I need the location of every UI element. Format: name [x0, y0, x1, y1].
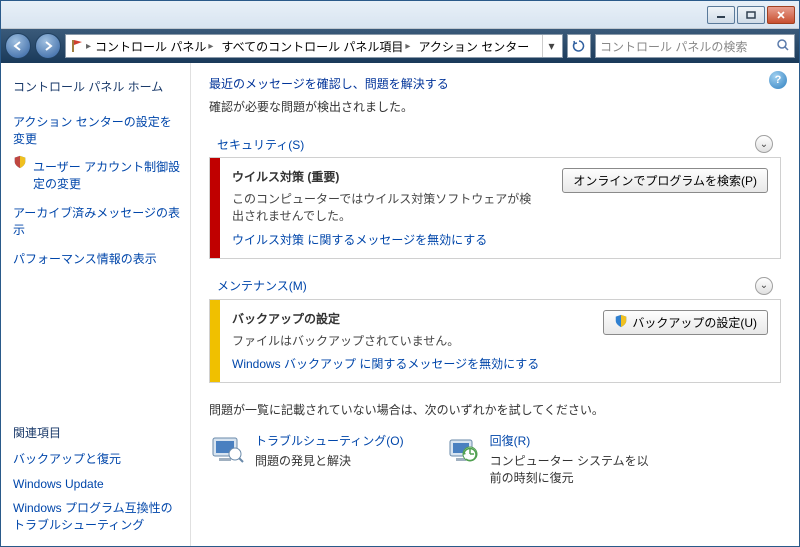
alert-body: バックアップの設定 ファイルはバックアップされていません。 Windows バッ… — [220, 300, 591, 383]
close-button[interactable] — [767, 6, 795, 24]
sidebar-item: ユーザー アカウント制御設定の変更 — [13, 155, 182, 197]
section-header-maintenance[interactable]: メンテナンス(M) ⌄ — [209, 273, 781, 299]
button-label: バックアップの設定(U) — [632, 314, 757, 331]
search-icon — [776, 38, 790, 55]
shield-icon — [13, 155, 29, 171]
window-buttons — [707, 6, 795, 24]
backup-settings-button[interactable]: バックアップの設定(U) — [603, 310, 768, 335]
page-subtitle: 確認が必要な問題が検出されました。 — [209, 98, 781, 115]
search-online-button[interactable]: オンラインでプログラムを検索(P) — [562, 168, 768, 193]
sidebar: コントロール パネル ホーム アクション センターの設定を変更 ユーザー アカウ… — [1, 63, 191, 546]
workspace: コントロール パネル ホーム アクション センターの設定を変更 ユーザー アカウ… — [1, 63, 799, 546]
shield-icon — [614, 314, 628, 331]
footer-note: 問題が一覧に記載されていない場合は、次のいずれかを試してください。 — [209, 401, 781, 418]
help-icon[interactable]: ? — [769, 71, 787, 89]
disable-message-link[interactable]: ウイルス対策 に関するメッセージを無効にする — [232, 233, 487, 247]
footer-links: トラブルシューティング(O) 問題の発見と解決 回復(R) コンピューター シス… — [209, 432, 781, 487]
maximize-button[interactable] — [737, 6, 765, 24]
sidebar-item: アーカイブ済みメッセージの表示 — [13, 201, 182, 243]
chevron-right-icon: ▸ — [405, 41, 410, 52]
breadcrumb-item[interactable]: コントロール パネル ▸ — [91, 38, 217, 55]
sidebar-item: アクション センターの設定を変更 — [13, 110, 182, 152]
main-content: ? 最近のメッセージを確認し、問題を解決する 確認が必要な問題が検出されました。… — [191, 63, 799, 546]
alert-maintenance: バックアップの設定 ファイルはバックアップされていません。 Windows バッ… — [209, 299, 781, 384]
refresh-button[interactable] — [567, 34, 591, 58]
footer-item-recovery: 回復(R) コンピューター システムを以前の時刻に復元 — [444, 432, 650, 487]
minimize-button[interactable] — [707, 6, 735, 24]
chevron-down-icon[interactable]: ⌄ — [755, 277, 773, 295]
breadcrumb[interactable]: ▸ コントロール パネル ▸ すべてのコントロール パネル項目 ▸ アクション … — [65, 34, 563, 58]
button-label: オンラインでプログラムを検索(P) — [573, 172, 757, 189]
recovery-link[interactable]: 回復(R) — [490, 432, 650, 449]
control-panel-home-link[interactable]: コントロール パネル ホーム — [13, 75, 182, 100]
troubleshoot-link[interactable]: トラブルシューティング(O) — [255, 432, 404, 449]
nav-bar: ▸ コントロール パネル ▸ すべてのコントロール パネル項目 ▸ アクション … — [1, 29, 799, 63]
breadcrumb-item[interactable]: すべてのコントロール パネル項目 ▸ — [217, 38, 414, 55]
severity-stripe — [210, 158, 220, 258]
sidebar-link-archive[interactable]: アーカイブ済みメッセージの表示 — [13, 201, 182, 243]
sidebar-related: 関連項目 バックアップと復元 Windows Update Windows プロ… — [13, 424, 182, 538]
related-windows-update[interactable]: Windows Update — [13, 472, 182, 497]
search-input[interactable]: コントロール パネルの検索 — [595, 34, 795, 58]
footer-item-troubleshoot: トラブルシューティング(O) 問題の発見と解決 — [209, 432, 404, 487]
troubleshoot-icon — [209, 432, 245, 468]
section-link[interactable]: メンテナンス(M) — [217, 277, 307, 294]
breadcrumb-label: コントロール パネル — [95, 38, 206, 55]
page-title: 最近のメッセージを確認し、問題を解決する — [209, 75, 781, 92]
sidebar-item: パフォーマンス情報の表示 — [13, 247, 182, 272]
breadcrumb-item[interactable]: アクション センター — [414, 38, 533, 55]
breadcrumb-label: すべてのコントロール パネル項目 — [221, 38, 403, 55]
alert-action: バックアップの設定(U) — [591, 300, 780, 383]
alert-security: ウイルス対策 (重要) このコンピューターではウイルス対策ソフトウェアが検出され… — [209, 157, 781, 259]
disable-message-link[interactable]: Windows バックアップ に関するメッセージを無効にする — [232, 357, 539, 371]
search-placeholder: コントロール パネルの検索 — [600, 38, 747, 55]
sidebar-link-uac[interactable]: ユーザー アカウント制御設定の変更 — [33, 155, 182, 197]
alert-description: ファイルはバックアップされていません。 — [232, 333, 552, 350]
chevron-right-icon: ▸ — [208, 41, 213, 52]
forward-button[interactable] — [35, 33, 61, 59]
chevron-down-icon[interactable]: ⌄ — [755, 135, 773, 153]
recovery-icon — [444, 432, 480, 468]
breadcrumb-dropdown[interactable]: ▾ — [542, 35, 560, 57]
breadcrumb-label: アクション センター — [418, 38, 529, 55]
alert-body: ウイルス対策 (重要) このコンピューターではウイルス対策ソフトウェアが検出され… — [220, 158, 550, 258]
related-heading: 関連項目 — [13, 424, 182, 441]
section-link[interactable]: セキュリティ(S) — [217, 136, 304, 153]
flag-icon — [68, 37, 86, 55]
severity-stripe — [210, 300, 220, 383]
alert-action: オンラインでプログラムを検索(P) — [550, 158, 780, 258]
sidebar-link-performance[interactable]: パフォーマンス情報の表示 — [13, 247, 157, 272]
sidebar-link-settings[interactable]: アクション センターの設定を変更 — [13, 110, 182, 152]
related-compat-troubleshoot[interactable]: Windows プログラム互換性のトラブルシューティング — [13, 496, 182, 538]
alert-title: ウイルス対策 (重要) — [232, 168, 538, 185]
troubleshoot-desc: 問題の発見と解決 — [255, 453, 404, 470]
alert-description: このコンピューターではウイルス対策ソフトウェアが検出されませんでした。 — [232, 191, 538, 225]
recovery-desc: コンピューター システムを以前の時刻に復元 — [490, 453, 650, 487]
back-button[interactable] — [5, 33, 31, 59]
window-titlebar — [1, 1, 799, 29]
alert-title: バックアップの設定 — [232, 310, 579, 327]
section-header-security[interactable]: セキュリティ(S) ⌄ — [209, 131, 781, 157]
related-backup[interactable]: バックアップと復元 — [13, 447, 182, 472]
